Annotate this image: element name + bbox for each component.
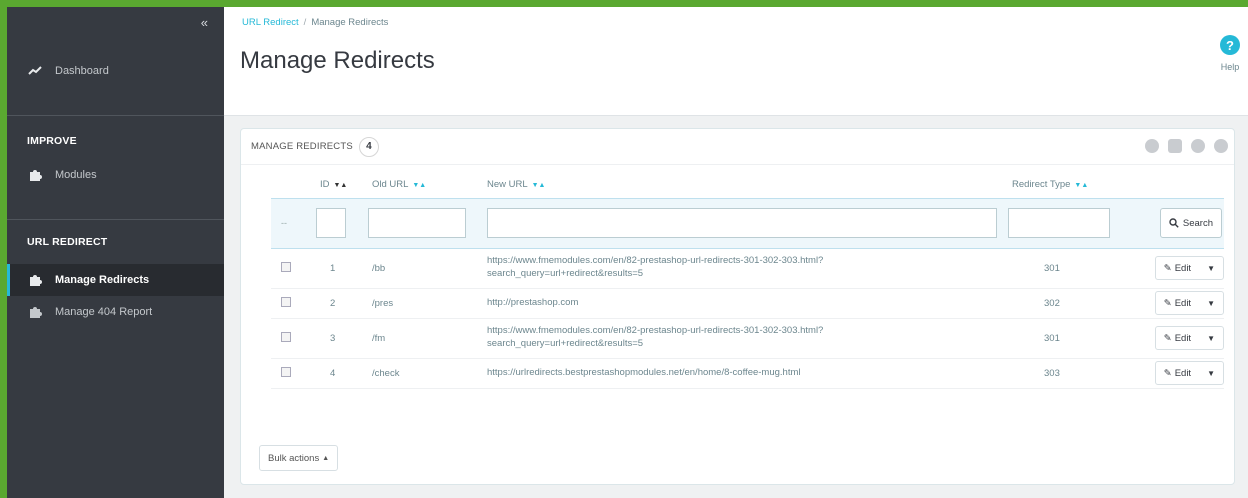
edit-button-group[interactable]: ✎ Edit ▼ — [1154, 291, 1224, 315]
pencil-icon: ✎ — [1163, 332, 1172, 344]
sort-icon[interactable]: ▼▲ — [530, 182, 546, 189]
sidebar-item-dashboard[interactable]: Dashboard — [7, 55, 224, 87]
caret-down-icon[interactable]: ▼ — [1199, 299, 1223, 308]
breadcrumb-current: Manage Redirects — [311, 17, 389, 28]
breadcrumb-separator: / — [303, 17, 307, 28]
page-header: URL Redirect / Manage Redirects Manage Red… — [224, 7, 1248, 116]
puzzle-icon — [27, 273, 43, 287]
filter-new-url-input[interactable] — [487, 208, 997, 238]
cell-id: 2 — [316, 288, 368, 319]
refresh-icon[interactable] — [1214, 139, 1228, 153]
sidebar-item-label: Manage Redirects — [55, 274, 150, 286]
caret-up-icon: ▲ — [322, 454, 330, 462]
puzzle-icon — [27, 168, 43, 182]
edit-button[interactable]: ✎ Edit — [1156, 263, 1199, 274]
row-checkbox[interactable] — [281, 261, 291, 272]
filter-old-url-input[interactable] — [368, 208, 466, 238]
cell-redirect-type: 302 — [1008, 288, 1133, 319]
panel-toolbar — [1145, 139, 1228, 153]
cell-id: 3 — [316, 318, 368, 359]
cell-old-url: /fm — [368, 318, 483, 359]
caret-down-icon[interactable]: ▼ — [1199, 334, 1223, 343]
sidebar-item-manage-404-report[interactable]: Manage 404 Report — [7, 296, 224, 328]
bulk-actions-button[interactable]: Bulk actions ▲ — [259, 445, 339, 471]
puzzle-icon — [27, 305, 43, 319]
redirects-panel: MANAGE REDIRECTS 4 ID ▼▲ Old URL ▼▲ New … — [240, 128, 1235, 485]
sidebar-item-modules[interactable]: Modules — [7, 159, 224, 191]
breadcrumb-link-url-redirect[interactable]: URL Redirect — [242, 17, 299, 28]
cell-new-url: https://urlredirects.bestprestashopmodul… — [483, 358, 1008, 389]
sort-icon[interactable]: ▼▲ — [1072, 182, 1088, 189]
count-badge: 4 — [358, 136, 379, 157]
help-button[interactable]: ? Help — [1220, 35, 1240, 72]
edit-button[interactable]: ✎ Edit — [1156, 333, 1199, 344]
column-header-old-url[interactable]: Old URL ▼▲ — [368, 172, 483, 198]
cell-old-url: /check — [368, 358, 483, 389]
sidebar-section-url-redirect: URL REDIRECT — [27, 236, 108, 248]
redirects-table: ID ▼▲ Old URL ▼▲ New URL ▼▲ Redirect Typ… — [271, 172, 1224, 389]
cell-new-url: http://prestashop.com — [483, 288, 1008, 319]
main-content: URL Redirect / Manage Redirects Manage Red… — [224, 7, 1248, 498]
pencil-icon: ✎ — [1163, 262, 1172, 274]
add-new-icon[interactable] — [1145, 139, 1159, 153]
edit-button-group[interactable]: ✎ Edit ▼ — [1154, 256, 1224, 280]
cell-redirect-type: 301 — [1008, 318, 1133, 359]
help-label: Help — [1220, 62, 1240, 72]
pencil-icon: ✎ — [1163, 367, 1172, 379]
search-button[interactable]: Search — [1159, 208, 1222, 238]
cell-redirect-type: 303 — [1008, 358, 1133, 389]
sidebar-divider — [7, 115, 224, 116]
edit-button[interactable]: ✎ Edit — [1156, 368, 1199, 379]
edit-button-group[interactable]: ✎ Edit ▼ — [1154, 326, 1224, 350]
sort-icon[interactable]: ▼▲ — [410, 182, 426, 189]
table-row[interactable]: 1 /bb https://www.fmemodules.com/en/82-p… — [271, 248, 1224, 289]
export-icon[interactable] — [1168, 139, 1182, 153]
page-title: Manage Redirects — [240, 47, 435, 74]
pencil-icon: ✎ — [1163, 297, 1172, 309]
filter-dash: -- — [271, 197, 316, 249]
row-checkbox[interactable] — [281, 366, 291, 377]
cell-old-url: /pres — [368, 288, 483, 319]
edit-button-group[interactable]: ✎ Edit ▼ — [1154, 361, 1224, 385]
panel-title: MANAGE REDIRECTS — [251, 141, 353, 152]
search-icon — [1169, 218, 1179, 228]
sidebar-divider — [7, 219, 224, 220]
sidebar-item-label: Manage 404 Report — [55, 306, 153, 318]
column-header-redirect-type[interactable]: Redirect Type ▼▲ — [1008, 172, 1133, 198]
sidebar-item-label: Modules — [55, 169, 97, 181]
sidebar: « Dashboard IMPROVE Modules URL REDIRECT… — [7, 7, 224, 498]
sidebar-section-improve: IMPROVE — [27, 135, 77, 147]
sort-icon[interactable]: ▼▲ — [332, 182, 347, 189]
row-checkbox[interactable] — [281, 296, 291, 307]
collapse-sidebar-icon[interactable]: « — [201, 15, 208, 30]
caret-down-icon[interactable]: ▼ — [1199, 264, 1223, 273]
cell-id: 1 — [316, 248, 368, 289]
table-header-row: ID ▼▲ Old URL ▼▲ New URL ▼▲ Redirect Typ… — [271, 172, 1224, 198]
cell-new-url: https://www.fmemodules.com/en/82-prestas… — [483, 318, 1008, 359]
caret-down-icon[interactable]: ▼ — [1199, 369, 1223, 378]
cell-id: 4 — [316, 358, 368, 389]
column-header-new-url[interactable]: New URL ▼▲ — [483, 172, 1008, 198]
column-header-actions — [1133, 172, 1224, 198]
filter-id-input[interactable] — [316, 208, 346, 238]
table-row[interactable]: 2 /pres http://prestashop.com 302 ✎ Edit ▼ — [271, 288, 1224, 319]
help-icon: ? — [1220, 35, 1240, 55]
cell-redirect-type: 301 — [1008, 248, 1133, 289]
edit-button[interactable]: ✎ Edit — [1156, 298, 1199, 309]
cell-new-url: https://www.fmemodules.com/en/82-prestas… — [483, 248, 1008, 289]
row-checkbox[interactable] — [281, 331, 291, 342]
panel-heading: MANAGE REDIRECTS 4 — [241, 129, 1234, 165]
upload-icon[interactable] — [1191, 139, 1205, 153]
filter-row: -- Search — [271, 197, 1224, 249]
column-header-id[interactable]: ID ▼▲ — [316, 172, 368, 198]
sidebar-item-manage-redirects[interactable]: Manage Redirects — [7, 264, 224, 296]
breadcrumb: URL Redirect / Manage Redirects — [242, 17, 388, 28]
cell-old-url: /bb — [368, 248, 483, 289]
table-row[interactable]: 3 /fm https://www.fmemodules.com/en/82-p… — [271, 318, 1224, 359]
trending-up-icon — [27, 66, 43, 76]
sidebar-item-label: Dashboard — [55, 65, 109, 77]
table-row[interactable]: 4 /check https://urlredirects.bestpresta… — [271, 358, 1224, 389]
filter-redirect-type-input[interactable] — [1008, 208, 1110, 238]
column-header-select — [271, 172, 316, 198]
